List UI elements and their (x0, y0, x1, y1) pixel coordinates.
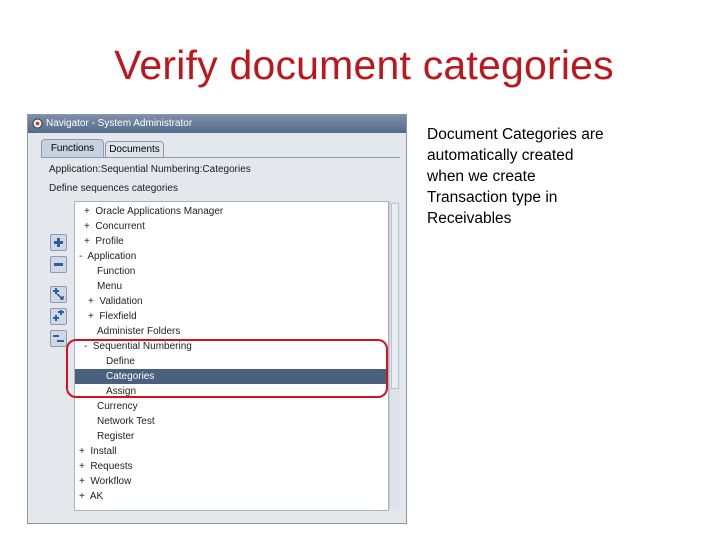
window-titlebar: Navigator - System Administrator (28, 115, 406, 133)
tree-item[interactable]: Register (75, 429, 388, 444)
tree-item[interactable]: Currency (75, 399, 388, 414)
tree-item-label: + Install (79, 446, 117, 457)
tree-item-label: + Requests (79, 461, 133, 472)
tree-item[interactable]: + AK (75, 489, 388, 504)
tree-item-label: Administer Folders (97, 326, 181, 337)
oracle-app-icon (32, 118, 43, 129)
window-title: Navigator - System Administrator (46, 118, 193, 129)
expand-button[interactable] (50, 234, 67, 251)
tree-item[interactable]: Network Test (75, 414, 388, 429)
expand-icon (54, 238, 63, 247)
tree-item-label: Network Test (97, 416, 155, 427)
instruction-text: Define sequences categories (49, 183, 178, 194)
description-line: when we create (427, 168, 536, 185)
tree-item[interactable]: + Validation (75, 294, 388, 309)
expand-branch-icon (53, 288, 64, 300)
tree-item-label: + Validation (88, 296, 143, 307)
description-line: Document Categories are (427, 126, 604, 143)
tab-divider (41, 157, 400, 158)
tree-item-label: + Profile (84, 236, 124, 247)
tree-item-label: Currency (97, 401, 138, 412)
tree-item-label: + Oracle Applications Manager (84, 206, 224, 217)
tree-item[interactable]: Function (75, 264, 388, 279)
tab-functions[interactable]: Functions (41, 139, 104, 158)
description-line: Transaction type in (427, 189, 558, 206)
tree-item-label: + Flexfield (88, 311, 137, 322)
collapse-icon (54, 263, 63, 266)
tree-item-label: - Application (79, 251, 137, 262)
tab-documents[interactable]: Documents (105, 141, 164, 158)
tree-item[interactable]: + Concurrent (75, 219, 388, 234)
tree-item-label: Register (97, 431, 135, 442)
tree-item-label: + Concurrent (84, 221, 145, 232)
tree-item[interactable]: + Oracle Applications Manager (75, 204, 388, 219)
application-path: Application:Sequential Numbering:Categor… (49, 164, 251, 175)
collapse-all-icon (53, 335, 64, 342)
tree-item[interactable]: + Workflow (75, 474, 388, 489)
navigator-window: Navigator - System Administrator Functio… (27, 114, 407, 524)
tree-item[interactable]: - Application (75, 249, 388, 264)
collapse-all-button[interactable] (50, 330, 67, 347)
description-line: Receivables (427, 210, 512, 227)
tree-item[interactable]: + Flexfield (75, 309, 388, 324)
tree-item-label: + AK (79, 491, 104, 502)
description-line: automatically created (427, 147, 574, 164)
slide-title: Verify document categories (114, 42, 614, 88)
tree-item-label: Menu (97, 281, 123, 292)
tree-item[interactable]: + Profile (75, 234, 388, 249)
collapse-button[interactable] (50, 256, 67, 273)
tree-item-label: + Workflow (79, 476, 132, 487)
tree-scrollbar[interactable] (389, 201, 400, 509)
highlight-annotation (66, 339, 388, 398)
description-text: Document Categories are automatically cre… (427, 124, 667, 229)
scrollbar-thumb[interactable] (391, 203, 399, 389)
expand-branch-button[interactable] (50, 286, 67, 303)
expand-all-button[interactable] (50, 308, 67, 325)
tree-item[interactable]: Menu (75, 279, 388, 294)
tree-item[interactable]: + Requests (75, 459, 388, 474)
expand-all-icon (53, 310, 64, 321)
tree-item-label: Function (97, 266, 136, 277)
tree-item[interactable]: + Install (75, 444, 388, 459)
tree-item[interactable]: Administer Folders (75, 324, 388, 339)
